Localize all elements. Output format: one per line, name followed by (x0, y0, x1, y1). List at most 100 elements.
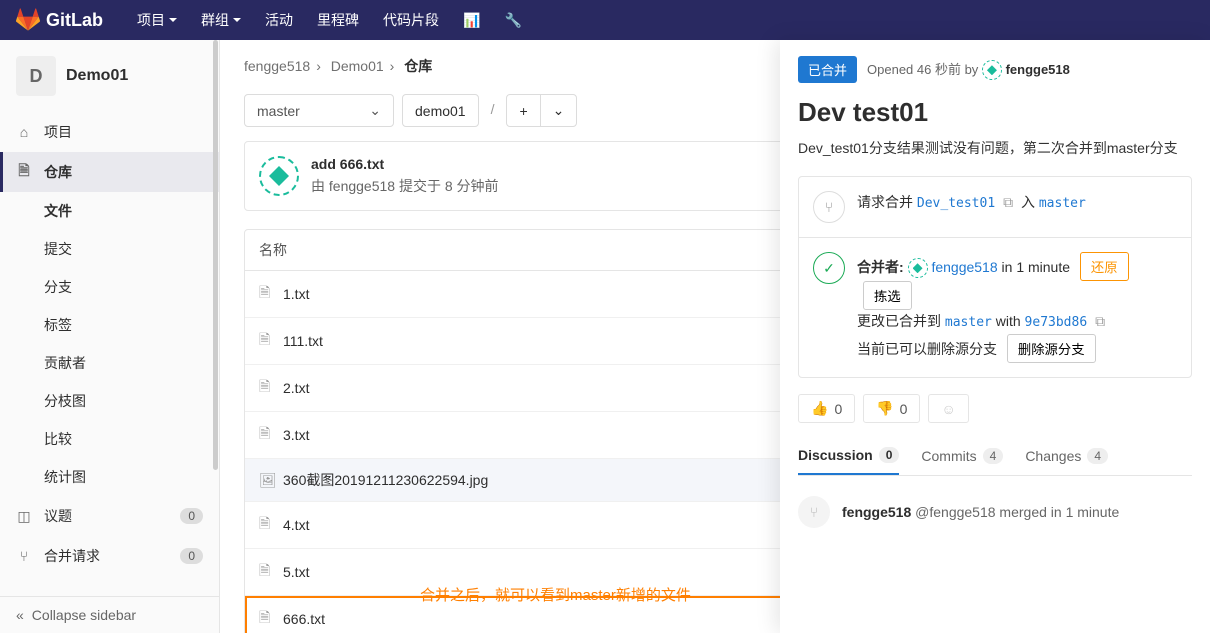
target-branch[interactable]: master (1039, 196, 1086, 211)
mr-count: 0 (180, 548, 203, 564)
disc-author[interactable]: fengge518 (842, 504, 911, 520)
topnav-wrench-icon[interactable]: 🔧 (494, 4, 531, 36)
topnav-activity[interactable]: 活动 (255, 4, 303, 36)
project-avatar: D (16, 56, 56, 96)
status-badge: 已合并 (798, 56, 857, 83)
path-separator: / (487, 94, 499, 127)
merged-branch[interactable]: master (945, 315, 992, 330)
smiley-icon: ☺ (941, 401, 955, 417)
file-icon: 🗎 (259, 560, 273, 584)
file-name: 111.txt (283, 333, 323, 349)
sidebar-sub-compare[interactable]: 比较 (0, 420, 219, 458)
topnav-groups[interactable]: 群组 (191, 4, 251, 36)
branch-select[interactable]: master⌄ (244, 94, 394, 127)
check-circle-icon: ✓ (813, 252, 845, 284)
tab-changes[interactable]: Changes4 (1025, 439, 1108, 475)
thumbs-down-button[interactable]: 👎0 (863, 394, 920, 423)
sidebar-item-repository[interactable]: 🗎仓库 (0, 152, 219, 192)
copy-icon[interactable]: ⧉ (1003, 194, 1013, 210)
reactions: 👍0 👎0 ☺ (798, 394, 1192, 423)
topnav: 项目 群组 活动 里程碑 代码片段 📊 🔧 (127, 4, 532, 36)
disc-handle: @fengge518 (915, 504, 995, 520)
tab-commits[interactable]: Commits4 (921, 439, 1003, 475)
file-name: 3.txt (283, 427, 309, 443)
merger-avatar-icon (908, 258, 928, 278)
breadcrumb-current: 仓库 (404, 58, 432, 74)
thumbs-up-button[interactable]: 👍0 (798, 394, 855, 423)
image-icon: 🖼 (259, 472, 273, 489)
delete-branch-button[interactable]: 删除源分支 (1007, 334, 1096, 363)
annotation-text: 合并之后，就可以看到master新增的文件 (420, 584, 691, 605)
file-icon: 🗎 (259, 513, 273, 537)
file-icon: 🗎 (259, 423, 273, 447)
chevron-down-icon: ⌄ (553, 102, 565, 119)
file-name: 4.txt (283, 517, 309, 533)
sidebar-sub-charts[interactable]: 统计图 (0, 458, 219, 496)
doc-icon: 🗎 (16, 164, 32, 180)
commit-author-avatar (259, 156, 299, 196)
add-button[interactable]: + (506, 94, 540, 127)
merger-name[interactable]: fengge518 (931, 259, 997, 275)
commit-title[interactable]: add 666.txt (311, 156, 499, 172)
mr-widget: ⑂ 请求合并 Dev_test01 ⧉ 入 master ✓ 合并者: feng… (798, 176, 1192, 378)
sidebar-item-project[interactable]: ⌂项目 (0, 112, 219, 152)
tab-discussion[interactable]: Discussion0 (798, 439, 899, 475)
gitlab-logo[interactable]: GitLab (16, 8, 103, 32)
panel-opened-meta: Opened 46 秒前 by fengge518 (867, 59, 1070, 81)
system-note-icon: ⑂ (798, 496, 830, 528)
commit-meta: 由 fengge518 提交于 8 分钟前 (311, 176, 499, 196)
sidebar-sub-tags[interactable]: 标签 (0, 306, 219, 344)
mr-description: Dev_test01分支结果测试没有问题，第二次合并到master分支 (798, 138, 1192, 158)
file-name: 1.txt (283, 286, 309, 302)
topnav-snippets[interactable]: 代码片段 (373, 4, 449, 36)
sidebar: D Demo01 ⌂项目 🗎仓库 文件 提交 分支 标签 贡献者 分枝图 比较 … (0, 40, 220, 633)
mr-tabs: Discussion0 Commits4 Changes4 (798, 439, 1192, 476)
sidebar-project-header[interactable]: D Demo01 (0, 40, 219, 112)
mr-title: Dev test01 (798, 97, 1192, 128)
file-name: 666.txt (283, 611, 325, 627)
issues-icon: ◫ (16, 508, 32, 524)
caret-down-icon (233, 18, 241, 26)
add-dropdown[interactable]: ⌄ (540, 94, 578, 127)
collapse-icon: « (16, 607, 24, 623)
topnav-projects[interactable]: 项目 (127, 4, 187, 36)
breadcrumb-user[interactable]: fengge518 (244, 58, 310, 74)
sidebar-sub-commits[interactable]: 提交 (0, 230, 219, 268)
file-icon: 🗎 (259, 607, 273, 631)
file-icon: 🗎 (259, 282, 273, 306)
source-branch[interactable]: Dev_test01 (917, 196, 995, 211)
topnav-milestones[interactable]: 里程碑 (307, 4, 369, 36)
revert-button[interactable]: 还原 (1080, 252, 1129, 281)
merge-icon: ⑂ (16, 548, 32, 564)
merge-request-icon: ⑂ (813, 191, 845, 223)
discussion-item: ⑂ fengge518 @fengge518 merged in 1 minut… (798, 490, 1192, 534)
sidebar-sub-graph[interactable]: 分枝图 (0, 382, 219, 420)
home-icon: ⌂ (16, 124, 32, 140)
add-reaction-button[interactable]: ☺ (928, 394, 968, 423)
sidebar-item-issues[interactable]: ◫议题0 (0, 496, 219, 536)
thumbs-up-icon: 👍 (811, 400, 828, 417)
topnav-chart-icon[interactable]: 📊 (453, 4, 490, 36)
gitlab-icon (16, 8, 40, 32)
thumbs-down-icon: 👎 (876, 400, 893, 417)
issues-count: 0 (180, 508, 203, 524)
merge-request-panel: 已合并 Opened 46 秒前 by fengge518 Dev test01… (780, 40, 1210, 633)
brand-text: GitLab (46, 10, 103, 31)
sidebar-sub-contributors[interactable]: 贡献者 (0, 344, 219, 382)
plus-icon: + (519, 103, 527, 119)
file-icon: 🗎 (259, 329, 273, 353)
chevron-down-icon: ⌄ (369, 102, 381, 119)
path-segment[interactable]: demo01 (402, 94, 479, 127)
merge-sha[interactable]: 9e73bd86 (1025, 315, 1088, 330)
collapse-sidebar[interactable]: «Collapse sidebar (0, 596, 219, 633)
copy-sha-icon[interactable]: ⧉ (1095, 313, 1105, 329)
sidebar-sub-branches[interactable]: 分支 (0, 268, 219, 306)
breadcrumb-project[interactable]: Demo01 (331, 58, 384, 74)
sidebar-scrollbar[interactable] (212, 40, 219, 593)
file-name: 2.txt (283, 380, 309, 396)
cherry-pick-button[interactable]: 拣选 (863, 281, 912, 310)
file-icon: 🗎 (259, 376, 273, 400)
sidebar-item-merge-requests[interactable]: ⑂合并请求0 (0, 536, 219, 576)
sidebar-sub-files[interactable]: 文件 (0, 192, 219, 230)
file-name: 5.txt (283, 564, 309, 580)
